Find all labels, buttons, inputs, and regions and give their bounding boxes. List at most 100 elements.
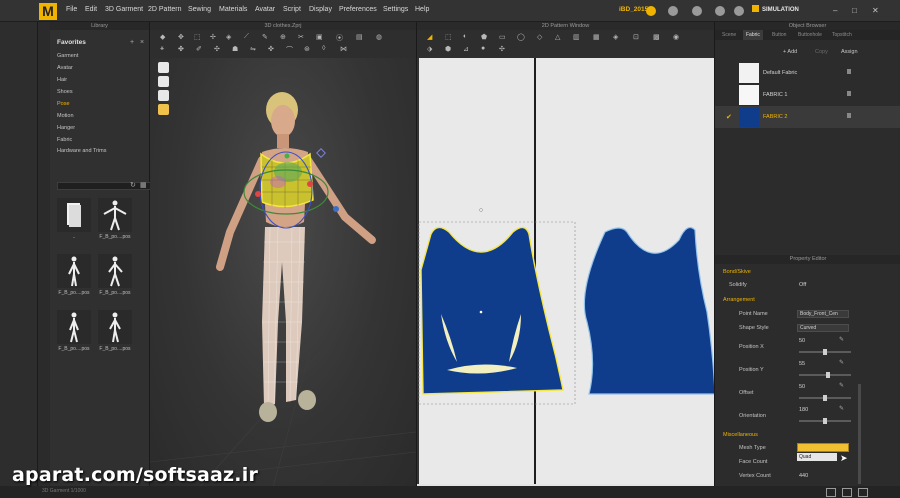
fullscreen-icon[interactable]: [842, 488, 852, 497]
3d-window[interactable]: 3D clothes.Zprj ◆ ✥ ⬚ ✢ ◈ ⟋ ✎ ⊕ ✂ ▣ ⦿ ▤ …: [150, 22, 416, 498]
section-miscellaneous[interactable]: Miscellaneous: [723, 432, 758, 438]
settings-icon[interactable]: [692, 6, 702, 16]
vertical-tab-modular[interactable]: [40, 60, 48, 100]
slider-knob[interactable]: [823, 418, 827, 424]
window-icon[interactable]: [858, 488, 868, 497]
menu-3d-garment[interactable]: 3D Garment: [105, 6, 143, 13]
tab-topstitch[interactable]: Topstitch: [829, 30, 855, 40]
lock-icon[interactable]: [847, 113, 851, 118]
rotate-handle[interactable]: [479, 208, 483, 212]
menu-file[interactable]: File: [66, 6, 77, 13]
library-item-hair[interactable]: Hair: [57, 77, 67, 83]
library-item-motion[interactable]: Motion: [57, 113, 74, 119]
point-name-select[interactable]: Body_Front_Cen: [797, 310, 849, 318]
thumbnail-pose[interactable]: [57, 254, 91, 288]
pick-point-icon[interactable]: ✎: [839, 336, 844, 343]
fabric-row-selected[interactable]: ✔ FABRIC 2: [715, 106, 900, 128]
gizmo-handle[interactable]: [255, 191, 261, 197]
lock-icon[interactable]: [847, 91, 851, 96]
thumbnail-pose[interactable]: [98, 310, 132, 344]
maximize-icon[interactable]: □: [852, 6, 857, 15]
library-item-fabric[interactable]: Fabric: [57, 137, 72, 143]
pick-point-icon[interactable]: ✎: [839, 359, 844, 366]
slider-knob[interactable]: [826, 372, 830, 378]
remove-favorite-icon[interactable]: ×: [140, 39, 144, 46]
cloud-icon[interactable]: [646, 6, 656, 16]
section-arrangement[interactable]: Arrangement: [723, 297, 755, 303]
gizmo-handle[interactable]: [284, 153, 290, 159]
gizmo-handle[interactable]: [333, 206, 339, 212]
menu-preferences[interactable]: Preferences: [339, 6, 377, 13]
tab-button[interactable]: Button: [769, 30, 789, 40]
position-x-value[interactable]: 50: [799, 338, 805, 344]
mesh-type-select[interactable]: [797, 443, 849, 452]
fabric-row[interactable]: FABRIC 1: [715, 84, 900, 106]
view-mode-icon[interactable]: ▦: [140, 181, 147, 189]
thumbnail-pose[interactable]: [98, 254, 132, 288]
tab-fabric[interactable]: Fabric: [743, 30, 763, 40]
pick-point-icon[interactable]: ✎: [839, 382, 844, 389]
right-panel: Object Browser Scene Fabric Button Butto…: [714, 22, 900, 498]
assign-fabric-button[interactable]: Assign: [841, 49, 858, 55]
shape-style-select[interactable]: Curved: [797, 324, 849, 332]
add-favorite-icon[interactable]: +: [130, 39, 134, 46]
close-icon[interactable]: ✕: [872, 6, 879, 15]
menu-help[interactable]: Help: [415, 6, 429, 13]
library-item-avatar[interactable]: Avatar: [57, 65, 73, 71]
gizmo-handle[interactable]: [307, 181, 313, 187]
favorites-header[interactable]: Favorites: [57, 39, 86, 46]
2d-pattern-window[interactable]: 2D Pattern Window ◢ ⬚ ◐ ⬟ ▭ ◯ ◇ △ ▥ ▦ ◈ …: [416, 22, 714, 498]
library-item-shoes[interactable]: Shoes: [57, 89, 73, 95]
menu-edit[interactable]: Edit: [85, 6, 97, 13]
property-editor-scrollbar[interactable]: [858, 384, 861, 484]
help-icon[interactable]: [715, 6, 725, 16]
library-item-pose[interactable]: Pose: [57, 101, 70, 107]
menu-sewing[interactable]: Sewing: [188, 6, 211, 13]
position-y-value[interactable]: 55: [799, 361, 805, 367]
slider-knob[interactable]: [823, 395, 827, 401]
menu-display[interactable]: Display: [309, 6, 332, 13]
mesh-type-option-quad[interactable]: Quad: [797, 453, 837, 461]
tab-scene[interactable]: Scene: [719, 30, 739, 40]
menu-materials[interactable]: Materials: [219, 6, 247, 13]
refresh-icon[interactable]: ↻: [130, 181, 136, 189]
offset-slider[interactable]: [799, 395, 851, 401]
minimize-icon[interactable]: –: [833, 6, 837, 15]
menu-script[interactable]: Script: [283, 6, 301, 13]
library-panel: Library Favorites + × Garment Avatar Hai…: [50, 22, 165, 498]
thumbnail-pose[interactable]: [98, 198, 132, 232]
screen-layout-icon[interactable]: [826, 488, 836, 497]
library-item-hanger[interactable]: Hanger: [57, 125, 75, 131]
orientation-slider[interactable]: [799, 418, 851, 424]
add-fabric-button[interactable]: + Add: [783, 49, 797, 55]
pick-point-icon[interactable]: ✎: [839, 405, 844, 412]
menu-2d-pattern[interactable]: 2D Pattern: [148, 6, 181, 13]
gizmo-handle[interactable]: [316, 148, 326, 158]
avatar-right-arm: [304, 156, 376, 244]
library-item-hardware[interactable]: Hardware and Trims: [57, 148, 107, 154]
position-x-slider[interactable]: [799, 349, 851, 355]
record-icon[interactable]: [668, 6, 678, 16]
menu-settings[interactable]: Settings: [383, 6, 408, 13]
object-browser-tabs: Scene Fabric Button Buttonhole Topstitch: [715, 30, 900, 40]
position-y-slider[interactable]: [799, 372, 851, 378]
orientation-value[interactable]: 180: [799, 407, 808, 413]
solidify-value[interactable]: Off: [799, 282, 806, 288]
library-item-garment[interactable]: Garment: [57, 53, 78, 59]
lock-icon[interactable]: [847, 69, 851, 74]
tab-buttonhole[interactable]: Buttonhole: [795, 30, 825, 40]
vertical-tab-library[interactable]: [40, 30, 48, 52]
copy-fabric-button[interactable]: Copy: [815, 49, 828, 55]
offset-value[interactable]: 50: [799, 384, 805, 390]
arrangement-point[interactable]: [479, 310, 483, 314]
slider-knob[interactable]: [823, 349, 827, 355]
simulation-mode-button[interactable]: SIMULATION: [752, 5, 799, 13]
project-name: iBD_2015: [619, 6, 649, 13]
section-bond-skive[interactable]: Bond/Skive: [723, 269, 751, 275]
pattern-back-piece[interactable]: [583, 227, 714, 395]
thumbnail-pose[interactable]: [57, 310, 91, 344]
gear-icon[interactable]: [734, 6, 744, 16]
menu-avatar[interactable]: Avatar: [255, 6, 275, 13]
fabric-row[interactable]: Default Fabric: [715, 62, 900, 84]
thumbnail-folder-up[interactable]: [57, 198, 91, 232]
